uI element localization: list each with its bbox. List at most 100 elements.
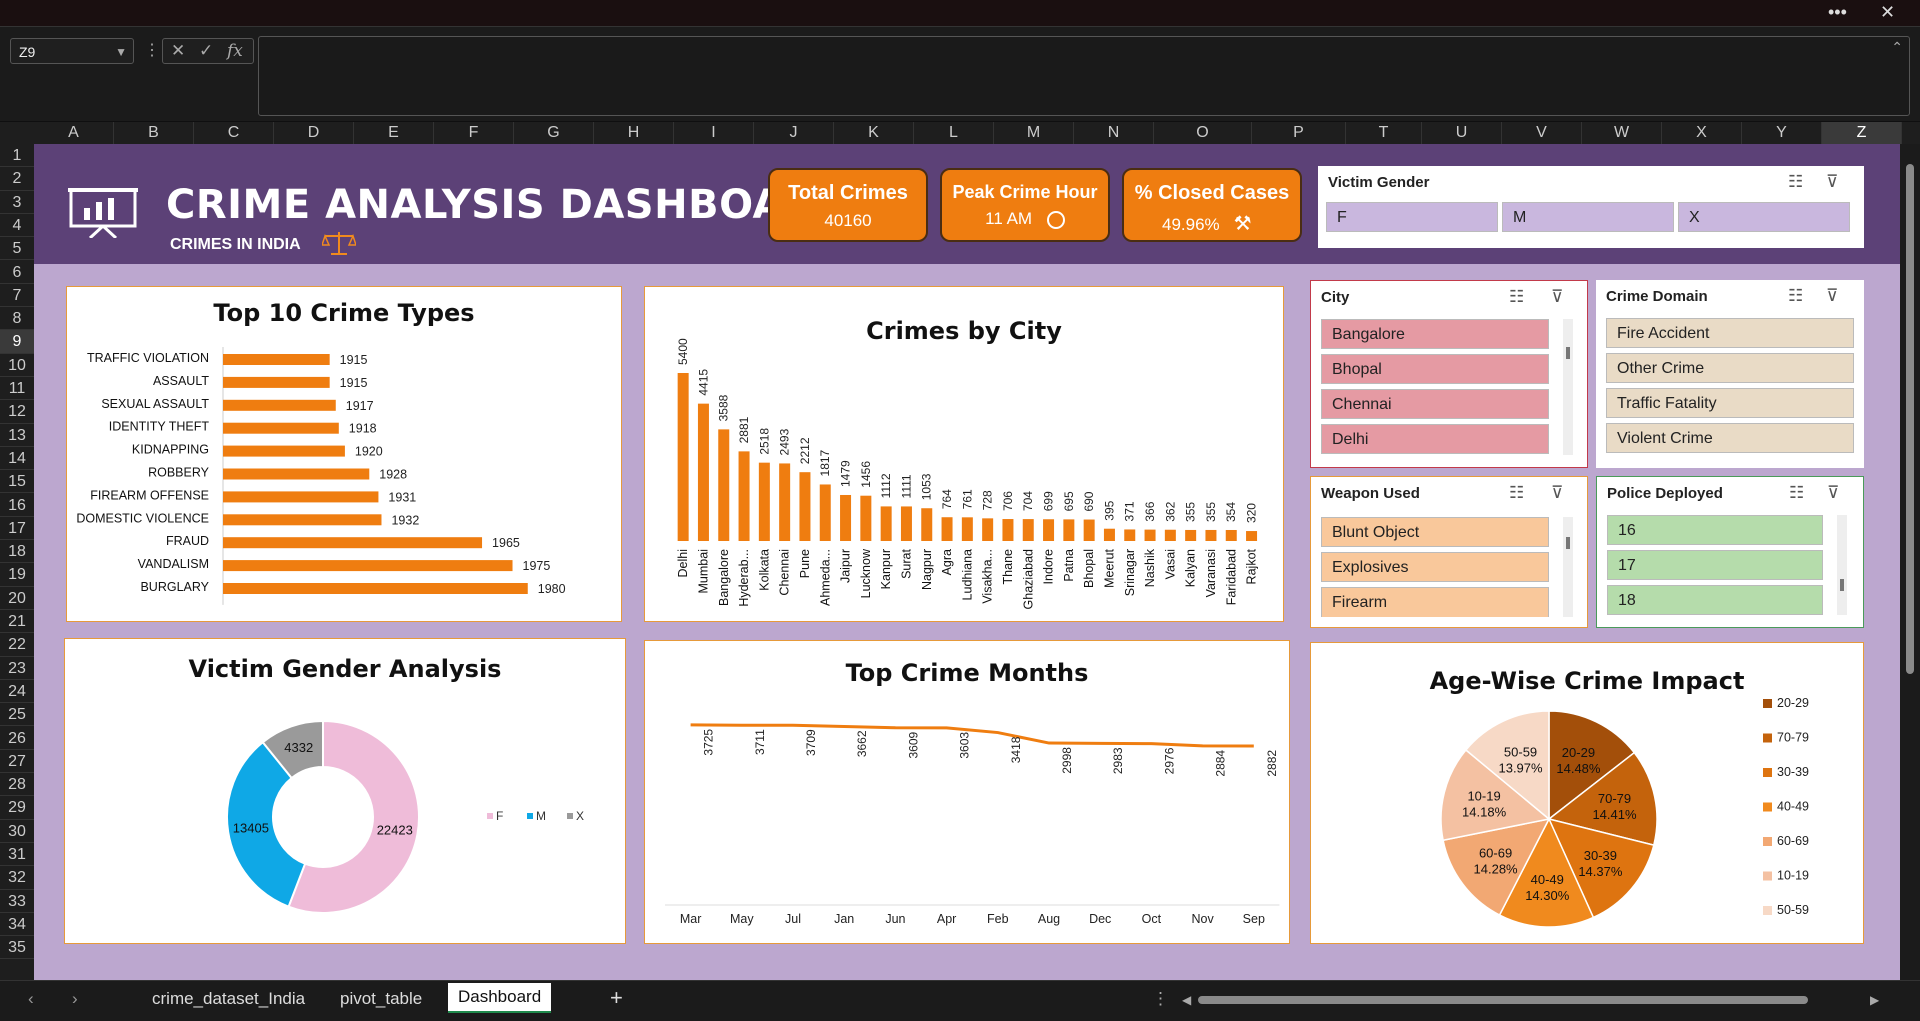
slicer-scrollbar[interactable] — [1563, 319, 1573, 455]
column-header[interactable]: P — [1252, 122, 1346, 144]
clear-filter-icon[interactable]: ⊽ — [1826, 172, 1838, 192]
row-header[interactable]: 8 — [0, 307, 34, 331]
slicer-item[interactable]: Bhopal — [1321, 354, 1549, 384]
prev-sheet-icon[interactable]: ‹ — [28, 989, 34, 1009]
row-header[interactable]: 32 — [0, 866, 34, 890]
collapse-icon[interactable]: ⌃ — [1891, 39, 1903, 56]
row-header[interactable]: 13 — [0, 424, 34, 447]
column-header[interactable]: W — [1582, 122, 1662, 144]
row-header[interactable]: 4 — [0, 214, 34, 238]
column-header[interactable]: G — [514, 122, 594, 144]
tab-options-icon[interactable]: ⋮ — [1152, 989, 1169, 1009]
vertical-scrollbar[interactable] — [1900, 144, 1920, 980]
row-header[interactable]: 11 — [0, 377, 34, 401]
row-header[interactable]: 1 — [0, 144, 34, 168]
slicer-item[interactable]: Firearm — [1321, 587, 1549, 617]
row-header[interactable]: 34 — [0, 913, 34, 937]
row-header[interactable]: 27 — [0, 750, 34, 774]
add-sheet-button[interactable]: + — [610, 985, 623, 1011]
column-header[interactable]: L — [914, 122, 994, 144]
column-header[interactable]: U — [1422, 122, 1502, 144]
enter-icon[interactable]: ✓ — [199, 39, 213, 63]
row-header[interactable]: 19 — [0, 563, 34, 587]
column-header[interactable]: J — [754, 122, 834, 144]
column-header[interactable]: D — [274, 122, 354, 144]
tab-pivot-table[interactable]: pivot_table — [340, 989, 422, 1009]
row-header[interactable]: 25 — [0, 703, 34, 727]
formula-input[interactable]: ⌃ — [258, 36, 1910, 116]
close-icon[interactable]: ✕ — [1880, 2, 1895, 23]
column-header[interactable]: C — [194, 122, 274, 144]
horizontal-scroll-thumb[interactable] — [1198, 996, 1808, 1004]
slicer-item[interactable]: Blunt Object — [1321, 517, 1549, 547]
slicer-item[interactable]: 18 — [1607, 585, 1823, 615]
scroll-left-icon[interactable]: ◀ — [1182, 993, 1191, 1007]
row-header[interactable]: 24 — [0, 680, 34, 704]
clear-filter-icon[interactable]: ⊽ — [1551, 287, 1563, 307]
row-header[interactable]: 30 — [0, 820, 34, 843]
row-header[interactable]: 14 — [0, 447, 34, 471]
chevron-down-icon[interactable]: ▼ — [115, 39, 127, 65]
column-header[interactable]: B — [114, 122, 194, 144]
row-header[interactable]: 3 — [0, 191, 34, 214]
clear-filter-icon[interactable]: ⊽ — [1551, 483, 1563, 503]
multi-select-icon[interactable]: ☷ — [1788, 172, 1803, 192]
tab-crime-dataset[interactable]: crime_dataset_India — [152, 989, 305, 1009]
slicer-scrollbar[interactable] — [1837, 515, 1847, 615]
slicer-item[interactable]: Fire Accident — [1606, 318, 1854, 348]
column-header[interactable]: T — [1346, 122, 1422, 144]
row-header[interactable]: 31 — [0, 843, 34, 867]
row-header[interactable]: 7 — [0, 284, 34, 308]
row-header[interactable]: 10 — [0, 354, 34, 377]
row-header[interactable]: 22 — [0, 633, 34, 657]
select-all-corner[interactable] — [0, 122, 34, 144]
slicer-item[interactable]: Bangalore — [1321, 319, 1549, 349]
row-header[interactable]: 29 — [0, 796, 34, 820]
clear-filter-icon[interactable]: ⊽ — [1826, 286, 1838, 306]
scroll-thumb[interactable] — [1906, 164, 1914, 674]
row-header[interactable]: 15 — [0, 470, 34, 494]
row-header[interactable]: 2 — [0, 167, 34, 191]
clear-filter-icon[interactable]: ⊽ — [1827, 483, 1839, 503]
slicer-scrollbar[interactable] — [1563, 517, 1573, 617]
row-header[interactable]: 35 — [0, 936, 34, 960]
column-header[interactable]: O — [1154, 122, 1252, 144]
multi-select-icon[interactable]: ☷ — [1788, 286, 1803, 306]
slicer-item-f[interactable]: F — [1326, 202, 1498, 232]
formula-options-icon[interactable]: ⋮ — [144, 40, 160, 60]
slicer-item-x[interactable]: X — [1678, 202, 1850, 232]
column-header[interactable]: E — [354, 122, 434, 144]
slicer-item[interactable]: Violent Crime — [1606, 423, 1854, 453]
slicer-item[interactable]: Explosives — [1321, 552, 1549, 582]
row-header[interactable]: 23 — [0, 657, 34, 680]
function-icon[interactable]: fx — [227, 39, 243, 63]
row-header[interactable]: 18 — [0, 540, 34, 564]
name-box[interactable]: Z9 ▼ — [10, 38, 134, 64]
slicer-item[interactable]: 17 — [1607, 550, 1823, 580]
scroll-right-icon[interactable]: ▶ — [1870, 993, 1879, 1007]
slicer-item[interactable]: Other Crime — [1606, 353, 1854, 383]
row-header[interactable]: 20 — [0, 587, 34, 610]
column-header[interactable]: I — [674, 122, 754, 144]
slicer-item-m[interactable]: M — [1502, 202, 1674, 232]
column-header[interactable]: M — [994, 122, 1074, 144]
slicer-item[interactable]: Delhi — [1321, 424, 1549, 454]
cancel-icon[interactable]: ✕ — [171, 39, 185, 63]
row-header[interactable]: 16 — [0, 494, 34, 517]
column-header[interactable]: A — [34, 122, 114, 144]
column-header[interactable]: K — [834, 122, 914, 144]
column-header[interactable]: Y — [1742, 122, 1822, 144]
row-header[interactable]: 12 — [0, 400, 34, 424]
column-header[interactable]: H — [594, 122, 674, 144]
tab-dashboard[interactable]: Dashboard — [448, 983, 552, 1013]
row-header[interactable]: 33 — [0, 890, 34, 913]
multi-select-icon[interactable]: ☷ — [1509, 287, 1524, 307]
row-header[interactable]: 6 — [0, 261, 34, 284]
slicer-item[interactable]: 16 — [1607, 515, 1823, 545]
row-header[interactable]: 5 — [0, 237, 34, 261]
multi-select-icon[interactable]: ☷ — [1509, 483, 1524, 503]
column-header[interactable]: F — [434, 122, 514, 144]
row-header[interactable]: 17 — [0, 517, 34, 541]
slicer-item[interactable]: Traffic Fatality — [1606, 388, 1854, 418]
column-header[interactable]: N — [1074, 122, 1154, 144]
